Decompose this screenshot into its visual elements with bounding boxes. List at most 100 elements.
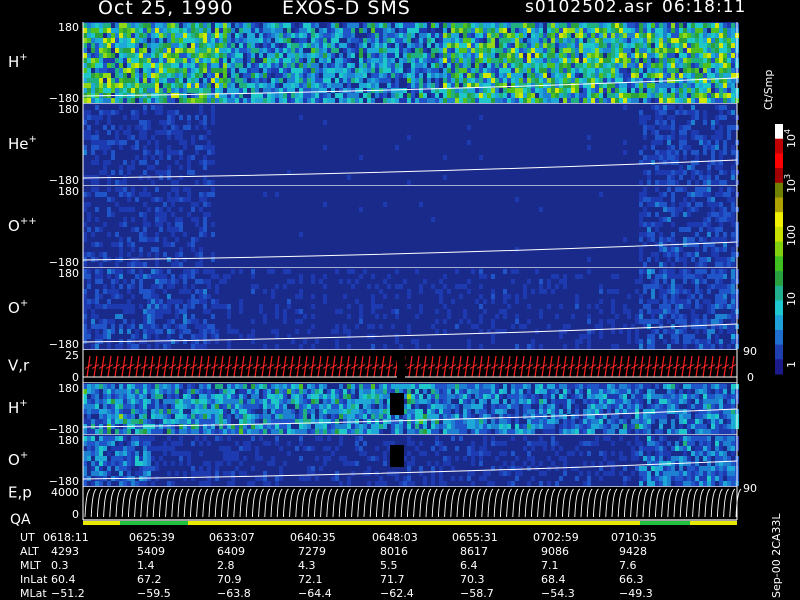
heatmap-cell <box>167 269 171 274</box>
heatmap-cell <box>243 98 247 103</box>
heatmap-cell <box>83 73 87 78</box>
heatmap-cell <box>351 23 355 28</box>
heatmap-cell <box>703 88 707 93</box>
heatmap-cell <box>235 33 239 38</box>
heatmap-cell <box>715 192 719 197</box>
heatmap-cell <box>475 324 479 329</box>
heatmap-cell <box>347 48 351 53</box>
heatmap-cell <box>111 324 115 329</box>
heatmap-cell <box>583 43 587 48</box>
heatmap-cell <box>303 98 307 103</box>
heatmap-cell <box>219 429 223 434</box>
heatmap-cell <box>195 58 199 63</box>
heatmap-cell <box>203 33 207 38</box>
heatmap-cell <box>675 180 679 185</box>
heatmap-cell <box>95 135 99 140</box>
heatmap-cell <box>339 53 343 58</box>
heatmap-cell <box>415 38 419 43</box>
heatmap-cell <box>647 53 651 58</box>
heatmap-cell <box>83 419 87 424</box>
heatmap-cell <box>675 33 679 38</box>
heatmap-cell <box>351 73 355 78</box>
heatmap-cell <box>387 33 391 38</box>
heatmap-cell <box>187 404 191 409</box>
heatmap-cell <box>679 319 683 324</box>
heatmap-cell <box>395 38 399 43</box>
heatmap-cell <box>447 43 451 48</box>
heatmap-cell <box>199 429 203 434</box>
heatmap-cell <box>179 38 183 43</box>
heatmap-cell <box>587 48 591 53</box>
heatmap-cell <box>679 299 683 304</box>
heatmap-cell <box>591 58 595 63</box>
heatmap-cell <box>207 38 211 43</box>
heatmap-cell <box>695 58 699 63</box>
heatmap-cell <box>655 227 659 232</box>
heatmap-cell <box>339 58 343 63</box>
heatmap-cell <box>195 409 199 414</box>
heatmap-cell <box>143 88 147 93</box>
heatmap-cell <box>495 78 499 83</box>
heatmap-cell <box>115 23 119 28</box>
heatmap-cell <box>143 130 147 135</box>
heatmap-cell <box>115 140 119 145</box>
heatmap-cell <box>239 384 243 389</box>
heatmap-cell <box>663 33 667 38</box>
heatmap-cell <box>199 58 203 63</box>
heatmap-cell <box>459 78 463 83</box>
heatmap-cell <box>99 192 103 197</box>
heatmap-cell <box>191 73 195 78</box>
heatmap-cell <box>471 33 475 38</box>
heatmap-cell <box>203 232 207 237</box>
heatmap-cell <box>235 409 239 414</box>
heatmap-cell <box>643 222 647 227</box>
heatmap-cell <box>431 48 435 53</box>
heatmap-cell <box>667 274 671 279</box>
heatmap-cell <box>183 83 187 88</box>
heatmap-cell <box>163 170 167 175</box>
heatmap-cell <box>223 53 227 58</box>
heatmap-cell <box>179 207 183 212</box>
heatmap-cell <box>207 73 211 78</box>
heatmap-cell <box>723 28 727 33</box>
heatmap-cell <box>203 289 207 294</box>
heatmap-cell <box>147 299 151 304</box>
heatmap-cell <box>683 28 687 33</box>
heatmap-cell <box>531 344 535 349</box>
heatmap-cell <box>159 222 163 227</box>
heatmap-cell <box>559 43 563 48</box>
heatmap-cell <box>83 58 87 63</box>
heatmap-cell <box>495 98 499 103</box>
heatmap-cell <box>647 232 651 237</box>
heatmap-cell <box>115 394 119 399</box>
heatmap-cell <box>143 212 147 217</box>
heatmap-cell <box>419 28 423 33</box>
heatmap-cell <box>431 73 435 78</box>
heatmap-cell <box>383 38 387 43</box>
heatmap-cell <box>119 98 123 103</box>
heatmap-cell <box>731 217 735 222</box>
heatmap-cell <box>563 329 567 334</box>
heatmap-cell <box>267 269 271 274</box>
heatmap-cell <box>235 53 239 58</box>
heatmap-cell <box>291 98 295 103</box>
heatmap-cell <box>583 48 587 53</box>
heatmap-cell <box>203 23 207 28</box>
heatmap-cell <box>727 192 731 197</box>
heatmap-cell <box>731 329 735 334</box>
heatmap-cell <box>727 130 731 135</box>
heatmap-cell <box>355 324 359 329</box>
heatmap-cell <box>87 217 91 222</box>
heatmap-cell <box>211 110 215 115</box>
heatmap-cell <box>623 88 627 93</box>
heatmap-cell <box>699 78 703 83</box>
heatmap-cell <box>323 284 327 289</box>
heatmap-cell <box>719 269 723 274</box>
heatmap-cell <box>475 98 479 103</box>
heatmap-cell <box>627 83 631 88</box>
heatmap-cell <box>343 88 347 93</box>
heatmap-cell <box>179 98 183 103</box>
heatmap-cell <box>367 83 371 88</box>
heatmap-cell <box>715 257 719 262</box>
heatmap-cell <box>671 120 675 125</box>
